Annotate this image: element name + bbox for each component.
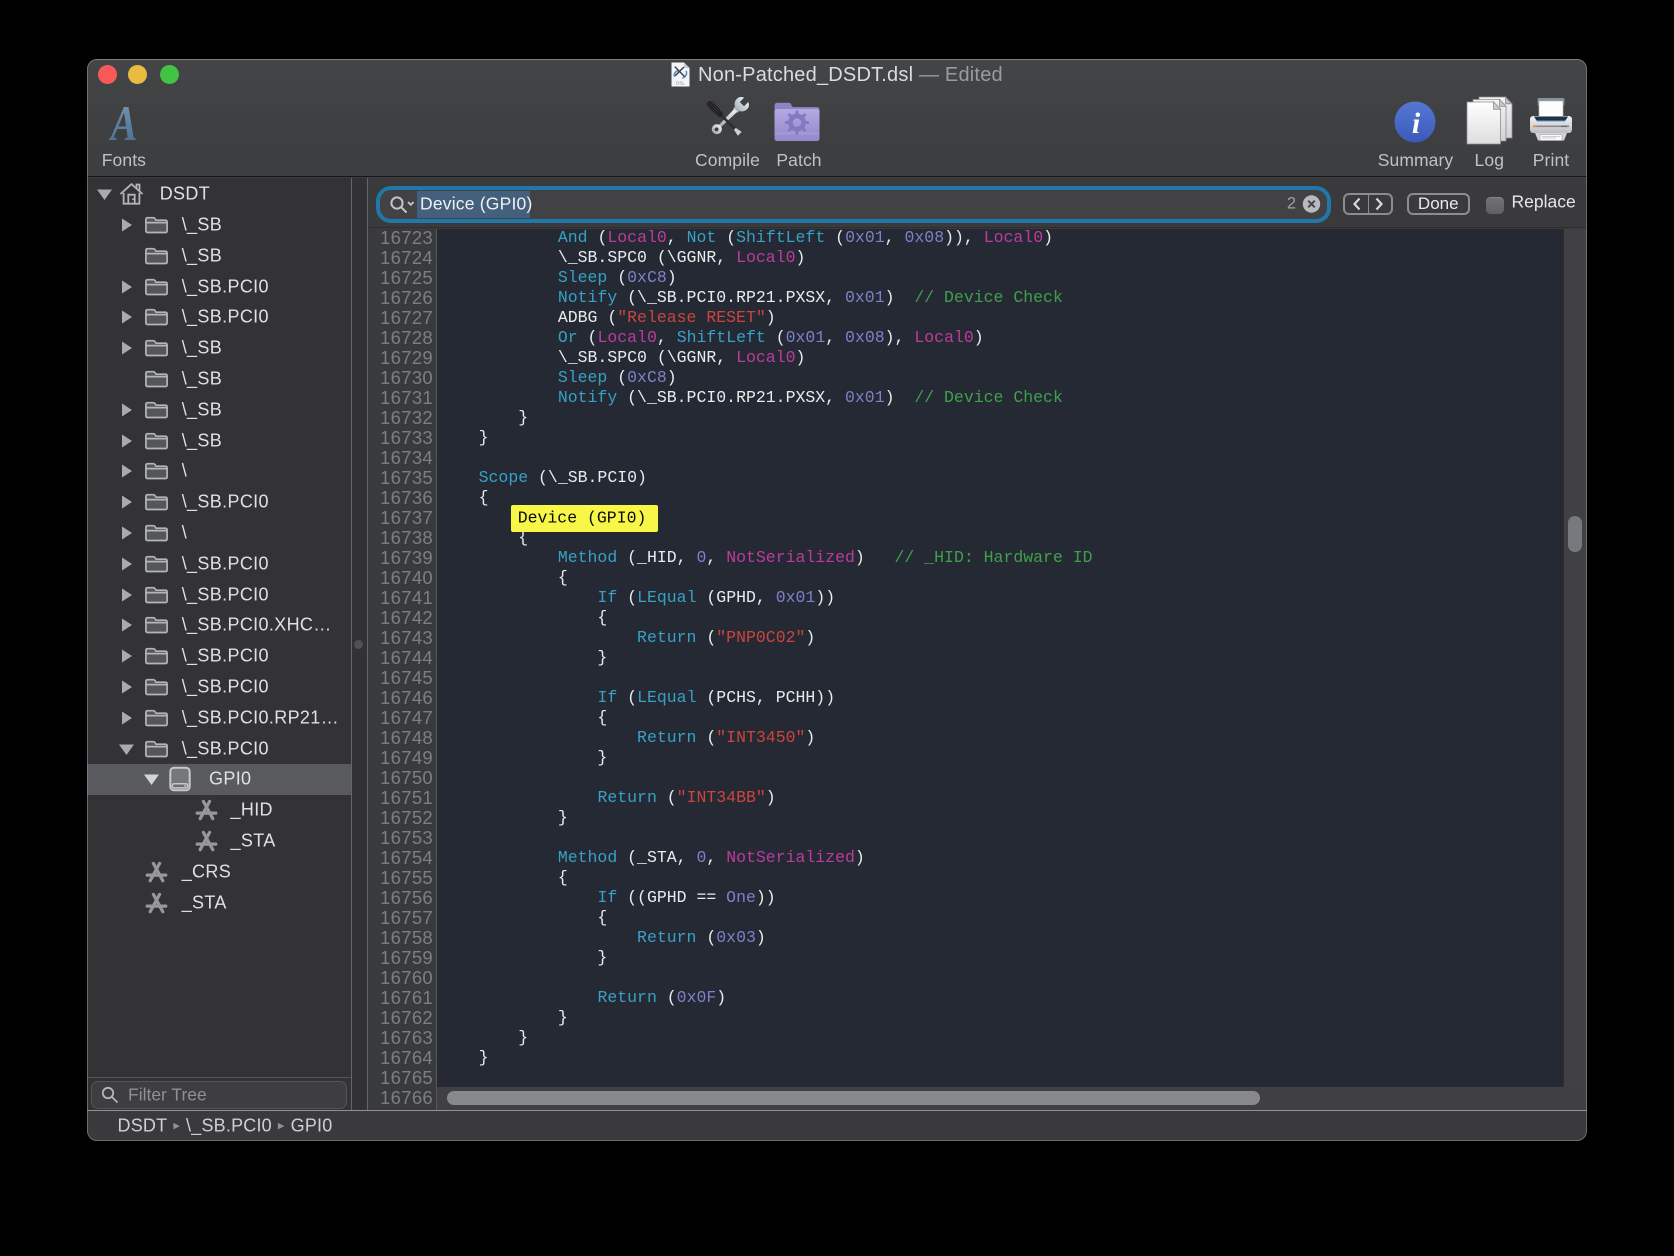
svg-text:i: i bbox=[1412, 107, 1421, 140]
svg-text:A: A bbox=[109, 102, 137, 142]
svg-text:DSL: DSL bbox=[676, 81, 685, 86]
